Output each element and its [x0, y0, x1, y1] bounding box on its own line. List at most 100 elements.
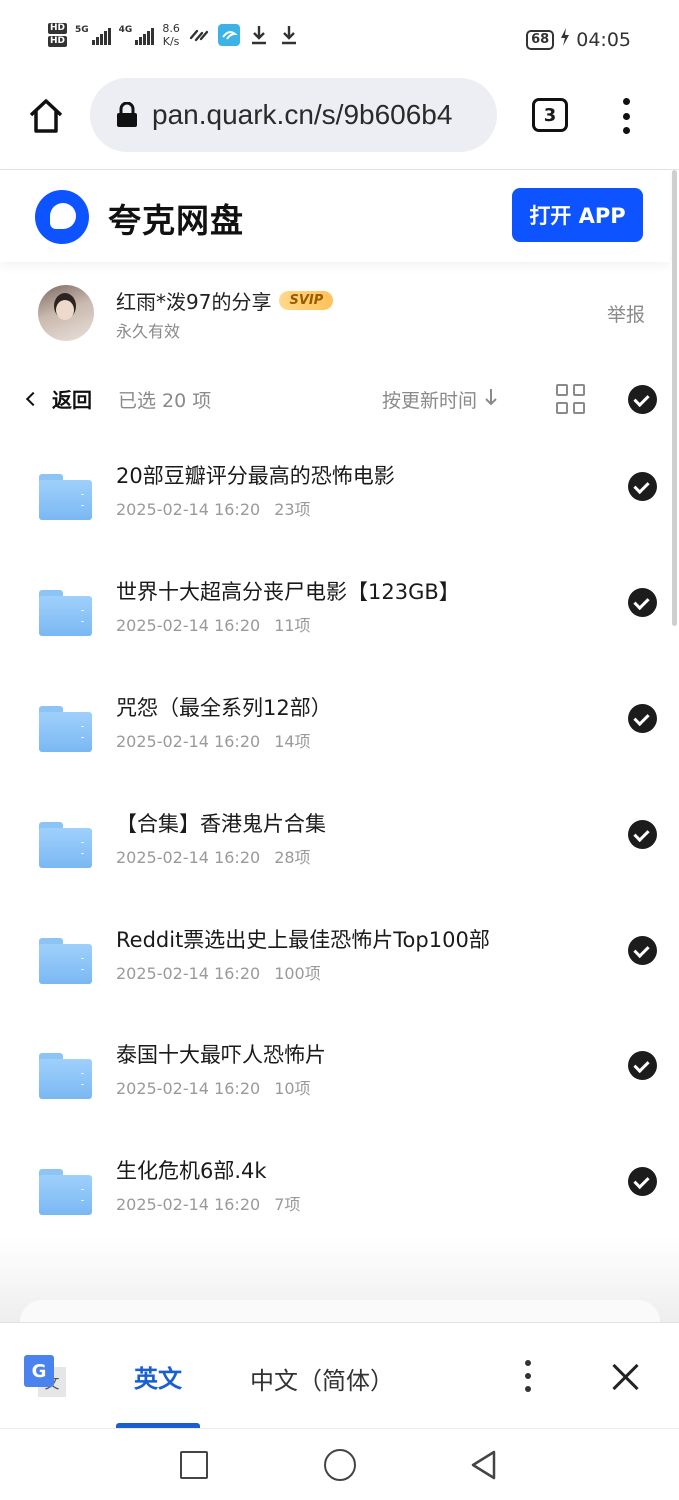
file-name: 20部豆瓣评分最高的恐怖电影 — [116, 464, 395, 488]
file-meta: 2025-02-14 16:20 10项 — [116, 1075, 311, 1099]
charging-icon — [560, 28, 570, 51]
google-translate-icon[interactable]: 文 G — [24, 1355, 66, 1397]
download-icon — [248, 24, 270, 46]
file-meta: 2025-02-14 16:20 14项 — [116, 728, 311, 752]
url-bar[interactable]: pan.quark.cn/s/9b606b4 — [90, 78, 497, 152]
network-type-5g: 5G — [75, 25, 89, 35]
file-date: 2025-02-14 16:20 — [116, 1079, 261, 1098]
app-name: 夸克网盘 — [108, 201, 244, 240]
tab-source-language[interactable]: 英文 — [116, 1323, 200, 1429]
file-date: 2025-02-14 16:20 — [116, 1195, 261, 1214]
page-scrollbar[interactable] — [672, 170, 677, 626]
file-count: 11项 — [274, 616, 311, 635]
file-row[interactable]: 世界十大超高分丧尸电影【123GB】 2025-02-14 16:20 11项 — [0, 580, 670, 700]
folder-icon — [39, 822, 92, 868]
file-name: 生化危机6部.4k — [116, 1159, 267, 1183]
network-speed-unit: K/s — [162, 35, 180, 48]
hd-icon-2: HD — [48, 36, 68, 47]
file-count: 7项 — [274, 1195, 301, 1214]
lock-icon — [116, 101, 138, 128]
tab-target-language[interactable]: 中文（简体） — [250, 1361, 394, 1396]
share-owner: 红雨*泼97的分享 SVIP — [116, 286, 334, 315]
file-checkbox[interactable] — [628, 704, 657, 733]
hd-icon-1: HD — [48, 23, 68, 34]
file-checkbox[interactable] — [628, 820, 657, 849]
file-date: 2025-02-14 16:20 — [116, 616, 261, 635]
file-name: 咒怨（最全系列12部） — [116, 696, 332, 720]
svip-badge: SVIP — [279, 291, 334, 310]
avatar — [38, 285, 94, 341]
folder-icon — [39, 938, 92, 984]
file-date: 2025-02-14 16:20 — [116, 732, 261, 751]
back-label: 返回 — [52, 388, 92, 412]
file-toolbar: 返回 已选 20 项 按更新时间 — [0, 376, 670, 422]
file-row[interactable]: 泰国十大最吓人恐怖片 2025-02-14 16:20 10项 — [0, 1043, 670, 1163]
file-count: 100项 — [274, 964, 321, 983]
share-owner-title: 红雨*泼97的分享 — [116, 290, 272, 314]
file-name: 【合集】香港鬼片合集 — [116, 812, 326, 836]
home-nav-icon[interactable] — [324, 1449, 356, 1481]
grid-view-icon[interactable] — [556, 384, 586, 414]
back-nav-icon[interactable] — [468, 1449, 500, 1481]
url-text[interactable]: pan.quark.cn/s/9b606b4 — [152, 99, 452, 131]
recent-apps-icon[interactable] — [180, 1451, 208, 1479]
sort-label: 按更新时间 — [382, 390, 478, 412]
translate-bar: 文 G 英文 中文（简体） — [0, 1322, 679, 1429]
status-bar: HD HD 5G 4G 8.6 K/s 68 04:05 — [0, 0, 679, 78]
selected-count: 已选 20 项 — [118, 390, 212, 412]
chevron-left-icon — [25, 391, 41, 406]
folder-icon — [39, 706, 92, 752]
battery-icon: 68 — [526, 29, 555, 50]
network-speed-value: 8.6 — [162, 22, 180, 35]
network-speed: 8.6 K/s — [162, 22, 180, 48]
file-checkbox[interactable] — [628, 1051, 657, 1080]
app-notification-icon — [217, 24, 240, 46]
file-meta: 2025-02-14 16:20 7项 — [116, 1191, 300, 1215]
file-date: 2025-02-14 16:20 — [116, 964, 261, 983]
file-count: 28项 — [274, 848, 311, 867]
open-app-button[interactable]: 打开 APP — [512, 188, 643, 242]
folder-icon — [39, 1169, 92, 1215]
browser-menu-icon[interactable] — [616, 98, 636, 134]
system-nav-bar — [0, 1428, 679, 1500]
site-header: 夸克网盘 打开 APP — [0, 170, 670, 262]
browser-toolbar: pan.quark.cn/s/9b606b4 3 — [0, 78, 679, 170]
file-checkbox[interactable] — [628, 1167, 657, 1196]
source-language-label: 英文 — [134, 1364, 182, 1393]
back-button[interactable]: 返回 — [25, 384, 92, 413]
file-row[interactable]: 20部豆瓣评分最高的恐怖电影 2025-02-14 16:20 23项 — [0, 464, 670, 584]
select-all-checkbox[interactable] — [628, 385, 657, 414]
file-count: 23项 — [274, 500, 311, 519]
close-icon[interactable] — [612, 1363, 640, 1391]
file-meta: 2025-02-14 16:20 100项 — [116, 960, 321, 984]
file-row[interactable]: 【合集】香港鬼片合集 2025-02-14 16:20 28项 — [0, 812, 670, 932]
network-type-4g: 4G — [118, 25, 133, 35]
hd-volte-icons: HD HD — [48, 23, 68, 47]
file-checkbox[interactable] — [628, 588, 657, 617]
file-checkbox[interactable] — [628, 472, 657, 501]
file-meta: 2025-02-14 16:20 11项 — [116, 612, 311, 636]
sort-button[interactable]: 按更新时间 — [382, 386, 499, 413]
file-name: Reddit票选出史上最佳恐怖片Top100部 — [116, 928, 490, 952]
file-name: 世界十大超高分丧尸电影【123GB】 — [116, 580, 460, 604]
file-meta: 2025-02-14 16:20 28项 — [116, 844, 311, 868]
arrow-down-icon — [483, 387, 499, 412]
folder-icon — [39, 474, 92, 520]
clock: 04:05 — [576, 28, 631, 51]
file-date: 2025-02-14 16:20 — [116, 500, 261, 519]
signal-5g-icon: 5G — [75, 25, 111, 45]
translate-menu-icon[interactable] — [521, 1360, 535, 1392]
file-row[interactable]: Reddit票选出史上最佳恐怖片Top100部 2025-02-14 16:20… — [0, 928, 670, 1048]
home-icon[interactable] — [26, 96, 66, 136]
file-checkbox[interactable] — [628, 936, 657, 965]
signal-4g-icon: 4G — [119, 25, 155, 45]
report-link[interactable]: 举报 — [607, 300, 645, 327]
translate-icon-letter: G — [24, 1355, 54, 1387]
file-count: 14项 — [274, 732, 311, 751]
file-row[interactable]: 咒怨（最全系列12部） 2025-02-14 16:20 14项 — [0, 696, 670, 816]
status-bar-right: 68 04:05 — [526, 28, 631, 51]
link-icon — [188, 24, 210, 46]
tab-switcher-button[interactable]: 3 — [532, 98, 568, 132]
file-date: 2025-02-14 16:20 — [116, 848, 261, 867]
share-validity: 永久有效 — [116, 322, 181, 341]
